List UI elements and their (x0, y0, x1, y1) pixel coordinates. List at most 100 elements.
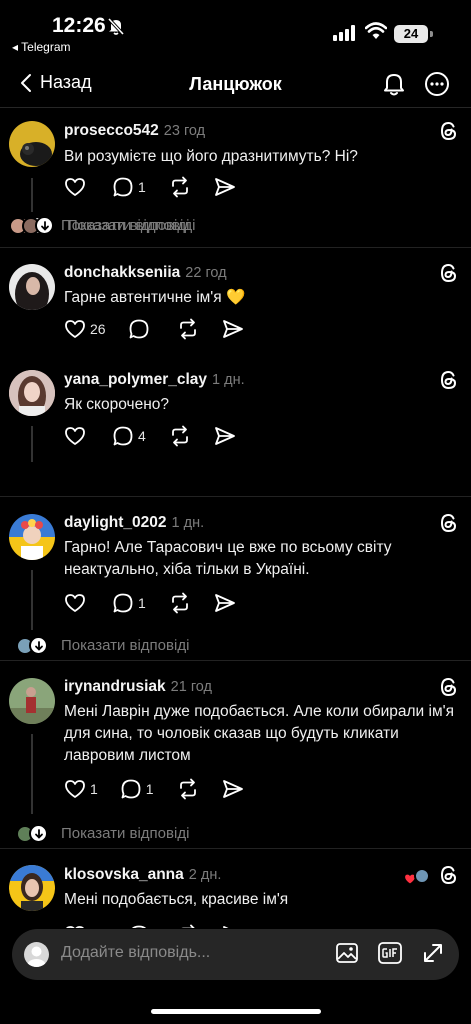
thread-feed[interactable]: prosecco542 23 год Ви розумієте що його … (0, 108, 471, 928)
repost-button[interactable] (176, 778, 200, 800)
post-text: Ви розумієте що його дразнитимуть? Ні? (64, 148, 358, 165)
image-icon[interactable] (335, 941, 359, 965)
reply-button[interactable] (128, 318, 154, 340)
post-age: 1 дн. (212, 372, 245, 388)
repost-button[interactable] (168, 425, 192, 447)
threads-logo-icon[interactable] (438, 676, 460, 698)
repost-button[interactable] (176, 318, 200, 340)
repost-button[interactable] (176, 924, 200, 928)
reply-button[interactable]: 1 (112, 176, 146, 198)
username[interactable]: klosovska_anna (64, 866, 184, 884)
comment-icon (113, 593, 133, 613)
bell-icon[interactable] (382, 71, 406, 97)
home-indicator[interactable] (151, 1009, 321, 1014)
repost-icon (171, 176, 188, 198)
gif-icon[interactable] (377, 941, 403, 965)
post-age: 21 год (170, 679, 212, 695)
thread-post: irynandrusiak 21 год Мені Лаврін дуже по… (0, 661, 471, 845)
arrow-down-icon (29, 824, 48, 843)
threads-logo-icon[interactable] (438, 120, 460, 142)
threads-logo-icon[interactable] (438, 512, 460, 534)
reply-button[interactable]: 4 (112, 425, 146, 447)
thread-post: klosovska_anna 2 дн. Мені подобається, к… (0, 849, 471, 928)
username[interactable]: yana_polymer_clay (64, 371, 207, 389)
like-button[interactable]: 1 (64, 779, 98, 799)
reply-button[interactable]: 1 (112, 592, 146, 614)
threads-logo-icon[interactable] (438, 864, 460, 886)
post-text: Мені Лаврін дуже подобається. Але коли о… (64, 703, 454, 764)
avatar-image (9, 678, 55, 724)
share-icon (222, 320, 243, 338)
share-button[interactable] (214, 426, 236, 446)
threads-logo-icon[interactable] (438, 369, 460, 391)
show-replies[interactable]: Показати відповіді (16, 824, 189, 843)
avatar[interactable] (9, 514, 55, 560)
username[interactable]: daylight_0202 (64, 514, 167, 532)
author-avatar (414, 868, 430, 884)
like-button[interactable]: 26 (64, 319, 106, 339)
reply-count: 1 (138, 179, 146, 195)
wifi-icon (365, 22, 387, 39)
battery-indicator: 24 (394, 25, 428, 43)
like-button[interactable]: 20 (64, 925, 106, 928)
post-text: Мені подобається, красиве ім'я (64, 891, 289, 908)
avatar-image (9, 865, 55, 911)
share-icon (222, 926, 229, 928)
status-bar: 12:26 ◂ Telegram 24 (0, 0, 471, 60)
battery-tip (430, 31, 433, 37)
muted-bell-icon (107, 17, 125, 36)
like-count: 20 (90, 927, 106, 928)
back-to-telegram[interactable]: ◂ Telegram (12, 40, 71, 54)
reply-count: 1 (138, 595, 146, 611)
like-button[interactable] (64, 593, 90, 613)
share-button[interactable] (222, 779, 244, 799)
like-button[interactable] (64, 426, 90, 446)
post-actions: 1 (64, 591, 258, 615)
comment-icon (113, 177, 133, 197)
username[interactable]: donchakkseniia (64, 264, 180, 282)
my-avatar (24, 942, 49, 967)
threads-logo-icon[interactable] (438, 262, 460, 284)
thread-post: donchakkseniia 22 год Гарне автентичне і… (0, 248, 471, 356)
share-icon (214, 178, 235, 196)
post-actions: 20 (64, 923, 266, 928)
share-button[interactable] (222, 925, 244, 928)
reply-button[interactable] (128, 924, 154, 928)
repost-button[interactable] (168, 176, 192, 198)
repost-icon (171, 425, 188, 447)
thread-line (31, 570, 33, 630)
thread-line (31, 426, 33, 462)
status-time: 12:26 (52, 14, 106, 37)
back-button[interactable]: Назад (20, 72, 92, 93)
post-text: Гарне автентичне ім'я 💛 (64, 289, 246, 306)
avatar[interactable] (9, 370, 55, 416)
share-button[interactable] (214, 177, 236, 197)
share-button[interactable] (222, 319, 244, 339)
show-replies[interactable]: Показати відповіді (9, 216, 195, 235)
avatar[interactable] (9, 264, 55, 310)
share-icon (214, 594, 235, 612)
reply-button[interactable]: 1 (120, 778, 154, 800)
username[interactable]: prosecco542 (64, 122, 159, 140)
avatar-image (9, 370, 55, 416)
like-button[interactable] (64, 177, 90, 197)
post-age: 22 год (185, 265, 227, 281)
reply-count: 1 (145, 781, 154, 797)
thread-line (31, 734, 33, 814)
reply-input[interactable] (61, 944, 251, 962)
post-actions: 1 (64, 175, 258, 199)
avatar-image (20, 142, 52, 166)
share-icon (214, 427, 235, 445)
avatar[interactable] (9, 678, 55, 724)
share-button[interactable] (214, 593, 236, 613)
comment-icon (113, 426, 133, 446)
username[interactable]: irynandrusiak (64, 678, 166, 696)
post-age: 2 дн. (188, 867, 222, 883)
more-icon[interactable] (424, 71, 450, 97)
repost-button[interactable] (168, 592, 192, 614)
avatar[interactable] (9, 121, 55, 167)
avatar[interactable] (9, 865, 55, 911)
expand-icon[interactable] (421, 941, 445, 965)
show-replies[interactable]: Показати відповіді (16, 636, 189, 655)
heart-icon (65, 178, 85, 196)
